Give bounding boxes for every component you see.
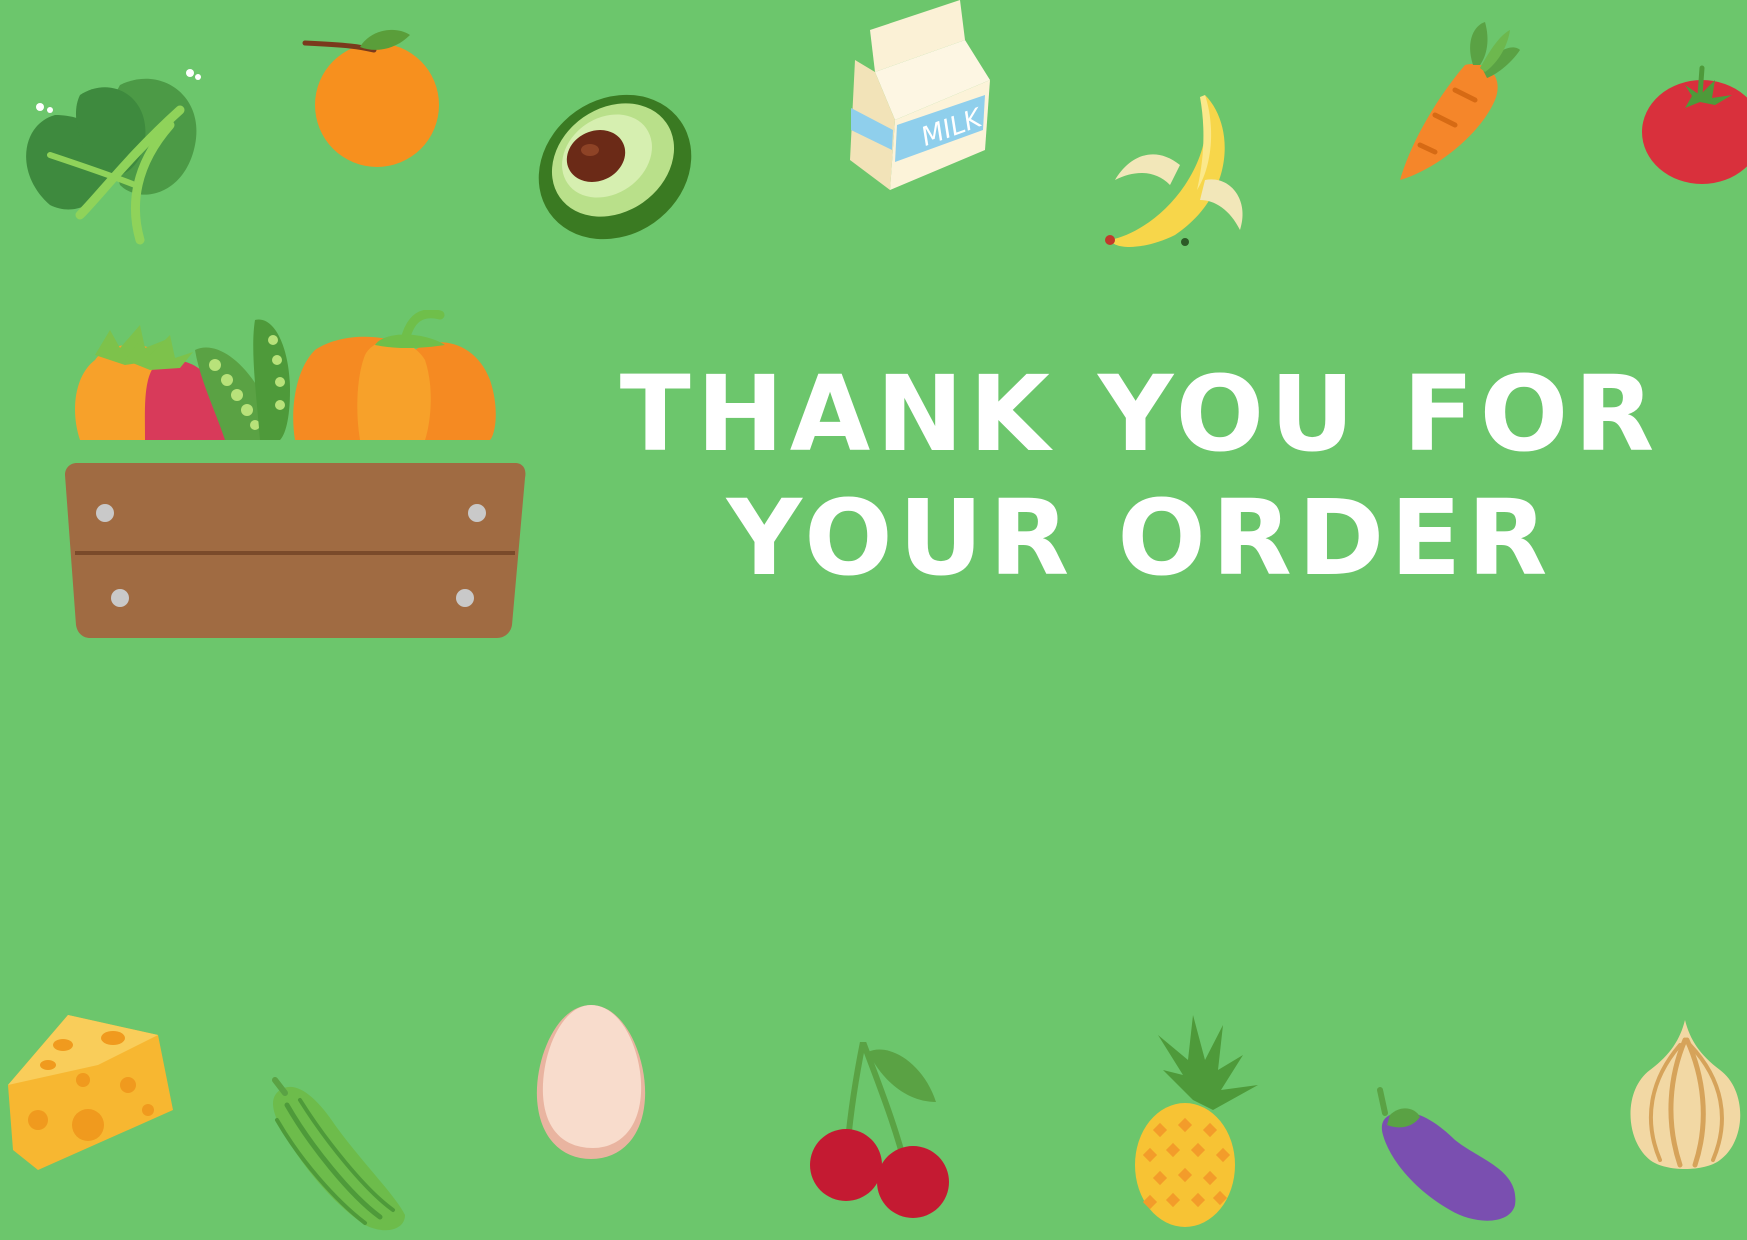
onion-icon [1630, 1020, 1741, 1169]
avocado-icon [538, 94, 692, 240]
headline-line-1: THANK YOU FOR [619, 353, 1661, 475]
leafy-greens-icon [26, 69, 201, 245]
eggplant-icon [1377, 1087, 1516, 1221]
produce-crate-icon [65, 310, 526, 638]
cucumber-icon [272, 1077, 405, 1231]
thank-you-headline: THANK YOU FOR YOUR ORDER [560, 352, 1720, 600]
egg-icon [536, 1005, 646, 1159]
headline-line-2: YOUR ORDER [726, 477, 1554, 599]
pineapple-icon [1135, 1015, 1258, 1227]
banana-icon [1105, 95, 1243, 247]
orange-icon [302, 29, 439, 167]
carrot-icon [1400, 22, 1520, 180]
cheese-icon [8, 1015, 173, 1170]
cherries-icon [810, 1042, 949, 1218]
thank-you-card: MILK THANK YOU FOR YOUR ORDER [0, 0, 1747, 1240]
milk-carton-icon: MILK [850, 0, 990, 190]
tomato-icon [1642, 65, 1747, 184]
